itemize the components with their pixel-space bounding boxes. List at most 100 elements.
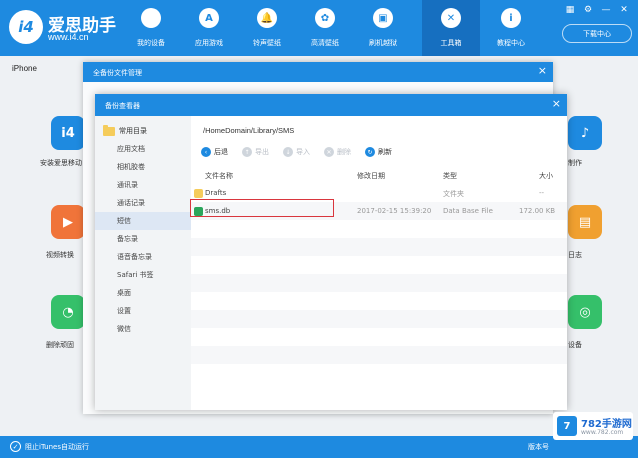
dialog-header: 全备份文件管理 × (83, 62, 553, 82)
minimize-icon[interactable]: — (600, 4, 612, 16)
nav-toolbox[interactable]: ✕ 工具箱 (422, 0, 480, 56)
video-convert-icon[interactable]: ▶ (51, 205, 85, 239)
column-date[interactable]: 修改日期 (357, 171, 385, 181)
i4-logo-icon: i4 (9, 10, 43, 44)
sidebar-item-contacts[interactable]: 通讯录 (95, 176, 191, 194)
common-dirs-header[interactable]: 常用目录 (103, 124, 147, 136)
button-label: 导出 (255, 148, 269, 156)
version-label: 版本号 (528, 443, 549, 451)
empty-row (191, 328, 567, 346)
download-center-button[interactable]: 下载中心 (562, 24, 632, 43)
empty-row (191, 256, 567, 274)
install-i4-mobile-icon[interactable]: i4 (51, 116, 85, 150)
tile-label: 制作 (568, 159, 582, 167)
file-size: 172.00 KB (519, 207, 556, 215)
sidebar-item-app-docs[interactable]: 应用文档 (95, 140, 191, 158)
refresh-button[interactable]: ↻ 刷新 (365, 147, 392, 157)
empty-row (191, 220, 567, 238)
close-icon[interactable]: × (552, 97, 561, 110)
nav-ringtones[interactable]: 🔔 铃声壁纸 (238, 0, 296, 56)
nav-flash-jailbreak[interactable]: ▣ 刷机越狱 (354, 0, 412, 56)
button-label: 刷新 (378, 148, 392, 156)
file-size: -- (539, 189, 545, 197)
folder-icon (194, 189, 203, 198)
button-label: 删除 (337, 148, 351, 156)
nav-wallpapers[interactable]: ✿ 高清壁纸 (296, 0, 354, 56)
nav-apps-games[interactable]: A 应用游戏 (180, 0, 238, 56)
dialog-header: 备份查看器 × (95, 94, 567, 116)
file-type: 文件夹 (443, 190, 464, 198)
log-icon[interactable]: ▤ (568, 205, 602, 239)
app-store-icon: A (199, 8, 219, 28)
wallpaper-icon: ✿ (315, 8, 335, 28)
sidebar-item-notes[interactable]: 备忘录 (95, 230, 191, 248)
back-icon: ‹ (201, 147, 211, 157)
watermark-logo-icon: 7 (557, 416, 577, 436)
settings-icon[interactable]: ⚙ (582, 4, 594, 16)
import-icon: ↓ (283, 147, 293, 157)
directory-sidebar: 常用目录 应用文档 相机胶卷 通讯录 通话记录 短信 备忘录 语音备忘录 Saf… (95, 116, 191, 410)
status-bar: ✓ 阻止iTunes自动运行 版本号 (0, 436, 638, 458)
sidebar-item-camera-roll[interactable]: 相机胶卷 (95, 158, 191, 176)
empty-row (191, 310, 567, 328)
nav-tutorials[interactable]: i 教程中心 (482, 0, 540, 56)
button-label: 后退 (214, 148, 228, 156)
bell-icon: 🔔 (257, 8, 277, 28)
delete-stubborn-icon[interactable]: ◔ (51, 295, 85, 329)
device-icon[interactable]: ◎ (568, 295, 602, 329)
delete-icon: ✕ (324, 147, 334, 157)
column-size[interactable]: 大小 (539, 171, 553, 181)
empty-row (191, 238, 567, 256)
delete-button[interactable]: ✕ 删除 (324, 147, 351, 157)
category-label: 常用目录 (119, 127, 147, 135)
sidebar-item-desktop[interactable]: 桌面 (95, 284, 191, 302)
skin-icon[interactable]: ▦ (564, 4, 576, 16)
refresh-icon: ↻ (365, 147, 375, 157)
sidebar-item-sms[interactable]: 短信 (95, 212, 191, 230)
export-button[interactable]: ↑ 导出 (242, 147, 269, 157)
column-name[interactable]: 文件名称 (205, 171, 233, 181)
dialog-title: 备份查看器 (105, 102, 140, 110)
dialog-title: 全备份文件管理 (93, 69, 142, 77)
file-type: Data Base File (443, 207, 493, 215)
nav-label: 刷机越狱 (369, 39, 397, 47)
nav-label: 高清壁纸 (311, 39, 339, 47)
nav-label: 教程中心 (497, 39, 525, 47)
sidebar-item-call-log[interactable]: 通话记录 (95, 194, 191, 212)
window-controls: ▦ ⚙ — ✕ (564, 4, 630, 16)
sidebar-item-voice-memos[interactable]: 语音备忘录 (95, 248, 191, 266)
block-itunes-toggle[interactable]: 阻止iTunes自动运行 (25, 442, 89, 452)
file-table-header: 文件名称 修改日期 类型 大小 (191, 166, 567, 184)
sidebar-item-wechat[interactable]: 微信 (95, 320, 191, 338)
sidebar-item-safari-bookmarks[interactable]: Safari 书签 (95, 266, 191, 284)
close-icon[interactable]: ✕ (618, 4, 630, 16)
nav-label: 我的设备 (137, 39, 165, 47)
sidebar-item-settings[interactable]: 设置 (95, 302, 191, 320)
backup-viewer-dialog: 备份查看器 × 常用目录 应用文档 相机胶卷 通讯录 通话记录 短信 备忘录 语… (95, 94, 567, 410)
empty-row (191, 346, 567, 364)
export-icon: ↑ (242, 147, 252, 157)
close-icon[interactable]: × (538, 64, 547, 77)
nav-label: 铃声壁纸 (253, 39, 281, 47)
folder-icon (103, 124, 115, 136)
column-type[interactable]: 类型 (443, 171, 457, 181)
empty-row (191, 274, 567, 292)
highlight-box (190, 199, 334, 217)
tile-label: 安装爱思移动 (40, 159, 82, 167)
path-bar: /HomeDomain/Library/SMS (203, 126, 295, 135)
empty-row (191, 292, 567, 310)
ringtone-make-icon[interactable]: ♪ (568, 116, 602, 150)
import-button[interactable]: ↓ 导入 (283, 147, 310, 157)
brand-url: www.i4.cn (48, 32, 89, 42)
apple-icon (141, 8, 161, 28)
toolbar: ‹ 后退 ↑ 导出 ↓ 导入 ✕ 删除 ↻ 刷新 (201, 147, 392, 157)
back-button[interactable]: ‹ 后退 (201, 147, 228, 157)
check-circle-icon[interactable]: ✓ (10, 441, 21, 452)
nav-my-device[interactable]: 我的设备 (122, 0, 180, 56)
tile-label: 日志 (568, 251, 582, 259)
tile-label: 设备 (568, 341, 582, 349)
nav-label: 应用游戏 (195, 39, 223, 47)
nav-label: 工具箱 (440, 39, 462, 47)
top-bar: i4 爱思助手 www.i4.cn 我的设备 A 应用游戏 🔔 铃声壁纸 ✿ 高… (0, 0, 638, 56)
tools-icon: ✕ (441, 8, 461, 28)
